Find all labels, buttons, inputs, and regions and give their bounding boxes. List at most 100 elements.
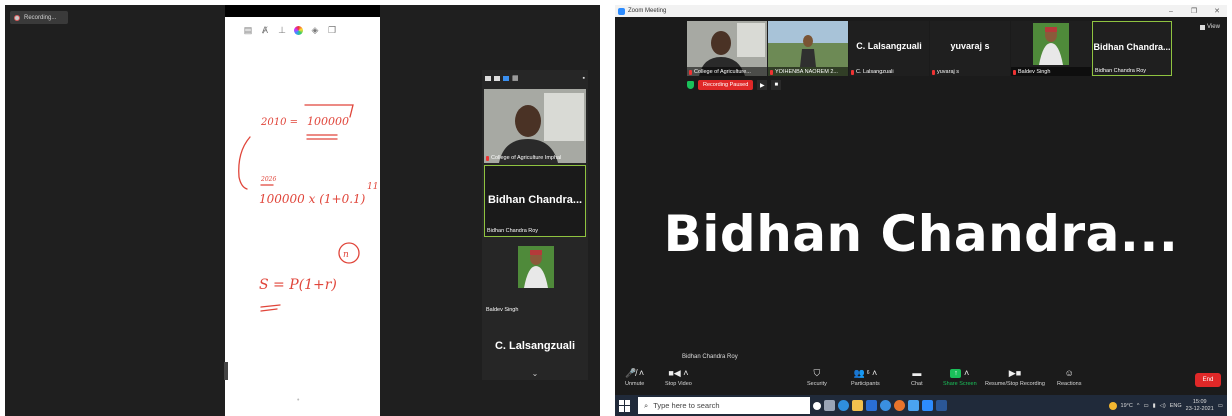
wb-line1-right: 100000 (307, 115, 349, 128)
muted-mic-icon (1013, 69, 1016, 75)
strip-tile[interactable]: YOIHENBA NAOREM 2... (768, 21, 848, 76)
volume-icon[interactable]: ◁) (1160, 403, 1166, 409)
restore-window-icon[interactable]: ❐ (1184, 7, 1204, 15)
stop-recording-icon[interactable]: ■ (771, 80, 782, 90)
tray-chevron-icon[interactable]: ^ (1137, 403, 1140, 409)
strip-tile[interactable]: C. Lalsangzuali C. Lalsangzuali (849, 21, 929, 76)
weather-temp: 19°C (1120, 402, 1133, 409)
language-indicator[interactable]: ENG (1170, 403, 1182, 409)
zoom-window: Zoom Meeting – ❐ ✕ View College of Agric… (615, 5, 1227, 416)
network-icon[interactable]: ▭ (1143, 403, 1148, 409)
view-button[interactable]: View (1200, 24, 1220, 30)
minimize-window-icon[interactable]: – (1161, 8, 1181, 15)
file-explorer-icon[interactable] (852, 400, 863, 411)
view-icon (1200, 24, 1205, 30)
pause-stop-record-icon: ▶■ (1008, 367, 1022, 378)
clock-time: 15:09 (1192, 398, 1207, 405)
wb-line3: S = P(1+r) (259, 277, 337, 293)
participant-name: Baldev Singh (1013, 69, 1089, 75)
video-strip: College of Agriculture... YOIHENBA NAORE… (687, 21, 1172, 76)
highlighter-icon[interactable]: ⊥ (277, 25, 287, 35)
strip-tile[interactable]: College of Agriculture... (687, 21, 767, 76)
zoom-taskbar-icon[interactable] (922, 400, 933, 411)
participant-name: Bidhan Chandra Roy (487, 228, 539, 234)
firefox-icon[interactable] (894, 400, 905, 411)
minimize-icon[interactable] (485, 75, 491, 81)
participant-big-name: C. Lalsangzuali (856, 41, 922, 51)
muted-mic-icon (851, 69, 854, 75)
recording-label: Recording... (24, 14, 57, 21)
wb-line2: 100000 x (1+0.1) (259, 192, 366, 206)
strip-tile[interactable]: yuvaraj s yuvaraj s (930, 21, 1010, 76)
chat-button[interactable]: ▬ Chat (911, 368, 923, 387)
side-collapse-handle[interactable] (224, 362, 228, 380)
participants-icon: 👥 6 ˄ (853, 367, 878, 379)
cortana-icon[interactable] (813, 401, 821, 410)
window-titlebar: Zoom Meeting – ❐ ✕ (615, 5, 1227, 17)
video-camera-icon: ■◀ ˄ (668, 367, 689, 378)
stop-video-button[interactable]: ■◀ ˄ Stop Video (665, 367, 692, 388)
video-tile-active[interactable]: Bidhan Chandra... Bidhan Chandra Roy (484, 165, 586, 237)
video-tile[interactable]: Baldev Singh (484, 240, 586, 315)
panel-expand-icon[interactable]: ▪ (583, 75, 585, 82)
participant-big-name: C. Lalsangzuali (494, 340, 576, 352)
taskbar-search-input[interactable]: ⌕ Type here to search (638, 397, 810, 414)
browser-icon[interactable] (880, 400, 891, 411)
notifications-icon[interactable]: ▭ (1218, 403, 1223, 409)
system-tray: 19°C ^ ▭ ▮ ◁) ENG 15:09 23-12-2021 ▭ (1108, 399, 1227, 412)
layers-icon[interactable]: ❐ (327, 25, 337, 35)
eraser-icon[interactable]: ◈ (310, 25, 320, 35)
pen-icon[interactable]: Ⱥ (260, 25, 270, 35)
scroll-down-icon[interactable]: ⌄ (482, 367, 588, 380)
encryption-shield-icon (687, 81, 694, 89)
recording-bar: Recording Paused ▶ ■ (687, 80, 782, 90)
zoom-logo-icon (618, 7, 625, 15)
unmute-button[interactable]: 🎤̸ ˄ Unmute (625, 368, 644, 388)
recording-indicator[interactable]: Recording... (10, 11, 68, 24)
strip-tile[interactable]: Baldev Singh (1011, 21, 1091, 76)
whiteboard-canvas[interactable]: ▤ Ⱥ ⊥ ◈ ❐ 2010 = 100000 2026 100000 x (1… (225, 17, 380, 416)
video-tile[interactable]: College of Agriculture Imphal (484, 89, 586, 163)
share-screen-button[interactable]: ↑ ˄ Share Screen (943, 368, 977, 387)
record-dot-icon (14, 14, 20, 21)
security-button[interactable]: ⛉ Security (807, 368, 827, 388)
search-icon: ⌕ (644, 400, 649, 410)
mail-icon[interactable] (866, 400, 877, 411)
muted-mic-icon (770, 69, 773, 75)
video-tile[interactable]: C. Lalsangzuali (484, 320, 586, 365)
strip-view-icon[interactable] (494, 75, 500, 81)
color-picker-icon[interactable] (294, 25, 303, 35)
close-window-icon[interactable]: ✕ (1207, 7, 1227, 15)
edge-browser-icon[interactable] (838, 400, 849, 411)
app-icon[interactable] (908, 400, 919, 411)
video-panel-controls: ▦ ▪ (482, 70, 588, 86)
gallery-view-icon[interactable]: ▦ (512, 74, 519, 82)
reactions-icon: ☺ (1064, 368, 1074, 378)
participant-big-name: yuvaraj s (950, 41, 990, 51)
task-view-icon[interactable] (824, 400, 835, 411)
reactions-button[interactable]: ☺ Reactions (1057, 368, 1081, 387)
shared-screen-recording: Recording... ▤ Ⱥ ⊥ ◈ ❐ 2010 = 100000 202… (5, 5, 600, 416)
participants-button[interactable]: 👥 6 ˄ Participants (851, 367, 880, 388)
wb-line2-exp: 11 (367, 182, 378, 192)
windows-start-icon[interactable] (619, 399, 631, 412)
wb-line3-exp: n (343, 250, 349, 260)
recording-status: Recording Paused (698, 80, 754, 90)
strip-tile-active[interactable]: Bidhan Chandra... Bidhan Chandra Roy (1092, 21, 1172, 76)
record-control-button[interactable]: ▶■ Resume/Stop Recording (985, 367, 1045, 388)
word-icon[interactable] (936, 400, 947, 411)
weather-icon (1108, 401, 1117, 410)
resume-recording-icon[interactable]: ▶ (757, 80, 768, 90)
end-meeting-button[interactable]: End (1195, 373, 1221, 387)
clock[interactable]: 15:09 23-12-2021 (1186, 399, 1214, 412)
chat-bubble-icon: ▬ (912, 368, 922, 378)
participant-name: yuvaraj s (932, 69, 1008, 75)
battery-icon[interactable]: ▮ (1153, 403, 1156, 409)
whiteboard-header (225, 5, 380, 17)
participant-name: YOIHENBA NAOREM 2... (770, 69, 846, 75)
pages-icon[interactable]: ▤ (243, 25, 253, 35)
participant-video (484, 89, 586, 163)
speaker-view-icon[interactable] (503, 75, 509, 81)
participant-name: College of Agriculture... (689, 69, 765, 75)
meeting-toolbar: 🎤̸ ˄ Unmute ■◀ ˄ Stop Video ⛉ Security 👥… (615, 365, 1227, 395)
